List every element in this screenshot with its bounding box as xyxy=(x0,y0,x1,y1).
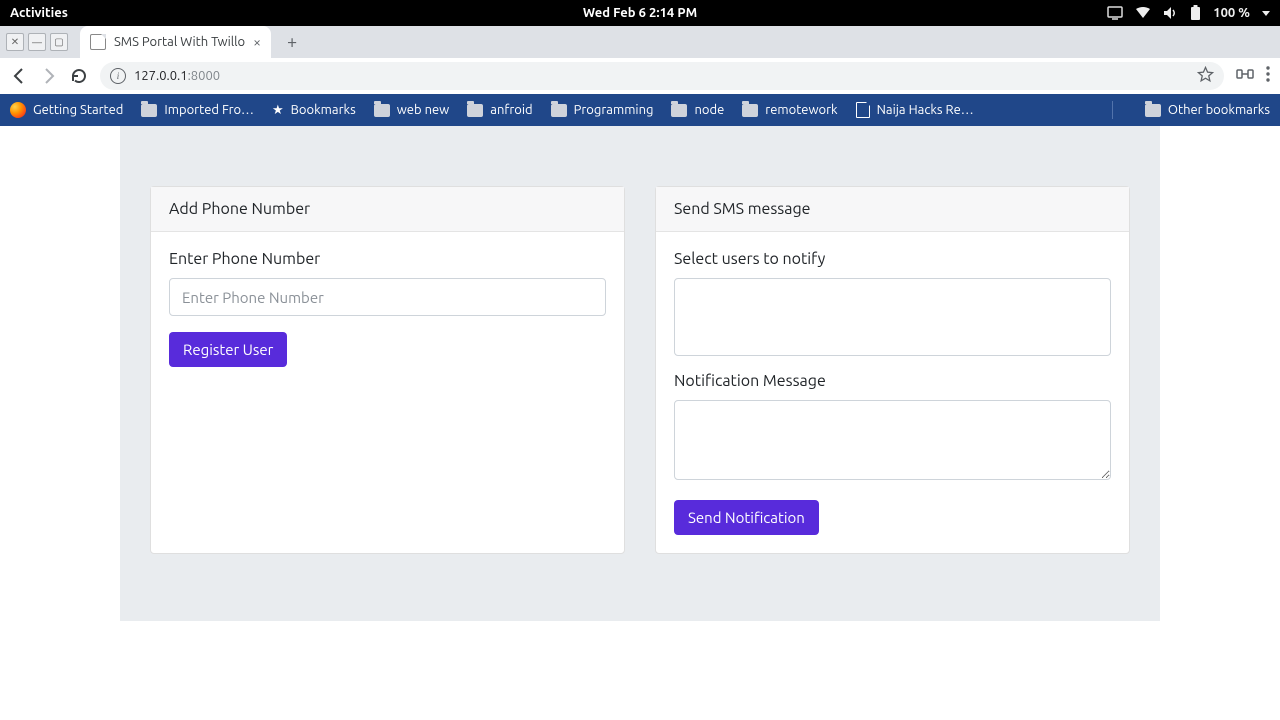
folder-icon xyxy=(467,104,483,117)
bookmarks-bar: Getting Started Imported Fro… ★Bookmarks… xyxy=(0,94,1280,126)
reload-button[interactable] xyxy=(70,67,88,85)
bookmark-other[interactable]: Other bookmarks xyxy=(1145,103,1270,117)
select-users-label: Select users to notify xyxy=(674,250,1111,268)
chrome-tab-strip: ✕ — ▢ SMS Portal With Twillo × + xyxy=(0,26,1280,58)
star-icon: ★ xyxy=(272,103,284,118)
bookmark-node[interactable]: node xyxy=(671,103,724,117)
main-row: Add Phone Number Enter Phone Number Regi… xyxy=(150,186,1130,554)
folder-icon xyxy=(671,104,687,117)
gnome-top-bar: Activities Wed Feb 6 2:14 PM 100 % xyxy=(0,0,1280,26)
bookmark-remotework[interactable]: remotework xyxy=(742,103,837,117)
folder-icon xyxy=(1145,104,1161,117)
notification-message-input[interactable] xyxy=(674,400,1111,480)
chrome-toolbar: i 127.0.0.1:8000 xyxy=(0,58,1280,94)
address-bar[interactable]: i 127.0.0.1:8000 xyxy=(100,62,1224,90)
browser-tab[interactable]: SMS Portal With Twillo × xyxy=(80,26,271,58)
phone-input[interactable] xyxy=(169,278,606,316)
notification-message-label: Notification Message xyxy=(674,372,1111,390)
folder-icon xyxy=(141,104,157,117)
url-text: 127.0.0.1:8000 xyxy=(134,69,220,83)
forward-button[interactable] xyxy=(40,67,58,85)
bookmark-web-new[interactable]: web new xyxy=(374,103,450,117)
bookmark-imported-from[interactable]: Imported Fro… xyxy=(141,103,254,117)
window-maximize-button[interactable]: ▢ xyxy=(50,33,68,51)
activities-button[interactable]: Activities xyxy=(10,6,68,20)
add-phone-card: Add Phone Number Enter Phone Number Regi… xyxy=(150,186,625,554)
phone-label: Enter Phone Number xyxy=(169,250,606,268)
battery-icon xyxy=(1190,5,1201,21)
page-icon xyxy=(856,102,870,118)
page-viewport: Add Phone Number Enter Phone Number Regi… xyxy=(0,126,1280,720)
send-notification-button[interactable]: Send Notification xyxy=(674,500,819,535)
menu-icon[interactable] xyxy=(1266,66,1270,86)
new-tab-button[interactable]: + xyxy=(279,29,305,55)
firefox-icon xyxy=(10,102,26,118)
send-sms-card: Send SMS message Select users to notify … xyxy=(655,186,1130,554)
page-container: Add Phone Number Enter Phone Number Regi… xyxy=(120,126,1160,621)
bookmark-naija-hacks[interactable]: Naija Hacks Re… xyxy=(856,102,974,118)
battery-label: 100 % xyxy=(1213,6,1250,20)
register-user-button[interactable]: Register User xyxy=(169,332,287,367)
back-button[interactable] xyxy=(10,67,28,85)
dropdown-icon xyxy=(1262,11,1270,16)
window-minimize-button[interactable]: — xyxy=(28,33,46,51)
bookmark-programming[interactable]: Programming xyxy=(551,103,654,117)
tab-close-icon[interactable]: × xyxy=(253,34,261,50)
page-icon xyxy=(90,34,106,50)
clock: Wed Feb 6 2:14 PM xyxy=(583,6,697,20)
folder-icon xyxy=(551,104,567,117)
add-phone-title: Add Phone Number xyxy=(151,187,624,232)
wifi-icon xyxy=(1135,7,1151,19)
bookmarks-separator xyxy=(1112,101,1113,119)
extensions-icon[interactable] xyxy=(1236,66,1254,86)
select-users-input[interactable] xyxy=(674,278,1111,356)
bookmark-star-icon[interactable] xyxy=(1197,66,1214,86)
window-close-button[interactable]: ✕ xyxy=(6,33,24,51)
bookmark-bookmarks[interactable]: ★Bookmarks xyxy=(272,103,356,118)
folder-icon xyxy=(742,104,758,117)
bookmark-getting-started[interactable]: Getting Started xyxy=(10,102,123,118)
info-icon[interactable]: i xyxy=(110,68,126,84)
bookmark-anfroid[interactable]: anfroid xyxy=(467,103,532,117)
send-sms-title: Send SMS message xyxy=(656,187,1129,232)
volume-icon xyxy=(1163,6,1178,20)
system-tray[interactable]: 100 % xyxy=(1107,5,1270,21)
screen-icon xyxy=(1107,6,1123,20)
tab-title: SMS Portal With Twillo xyxy=(114,35,245,49)
folder-icon xyxy=(374,104,390,117)
